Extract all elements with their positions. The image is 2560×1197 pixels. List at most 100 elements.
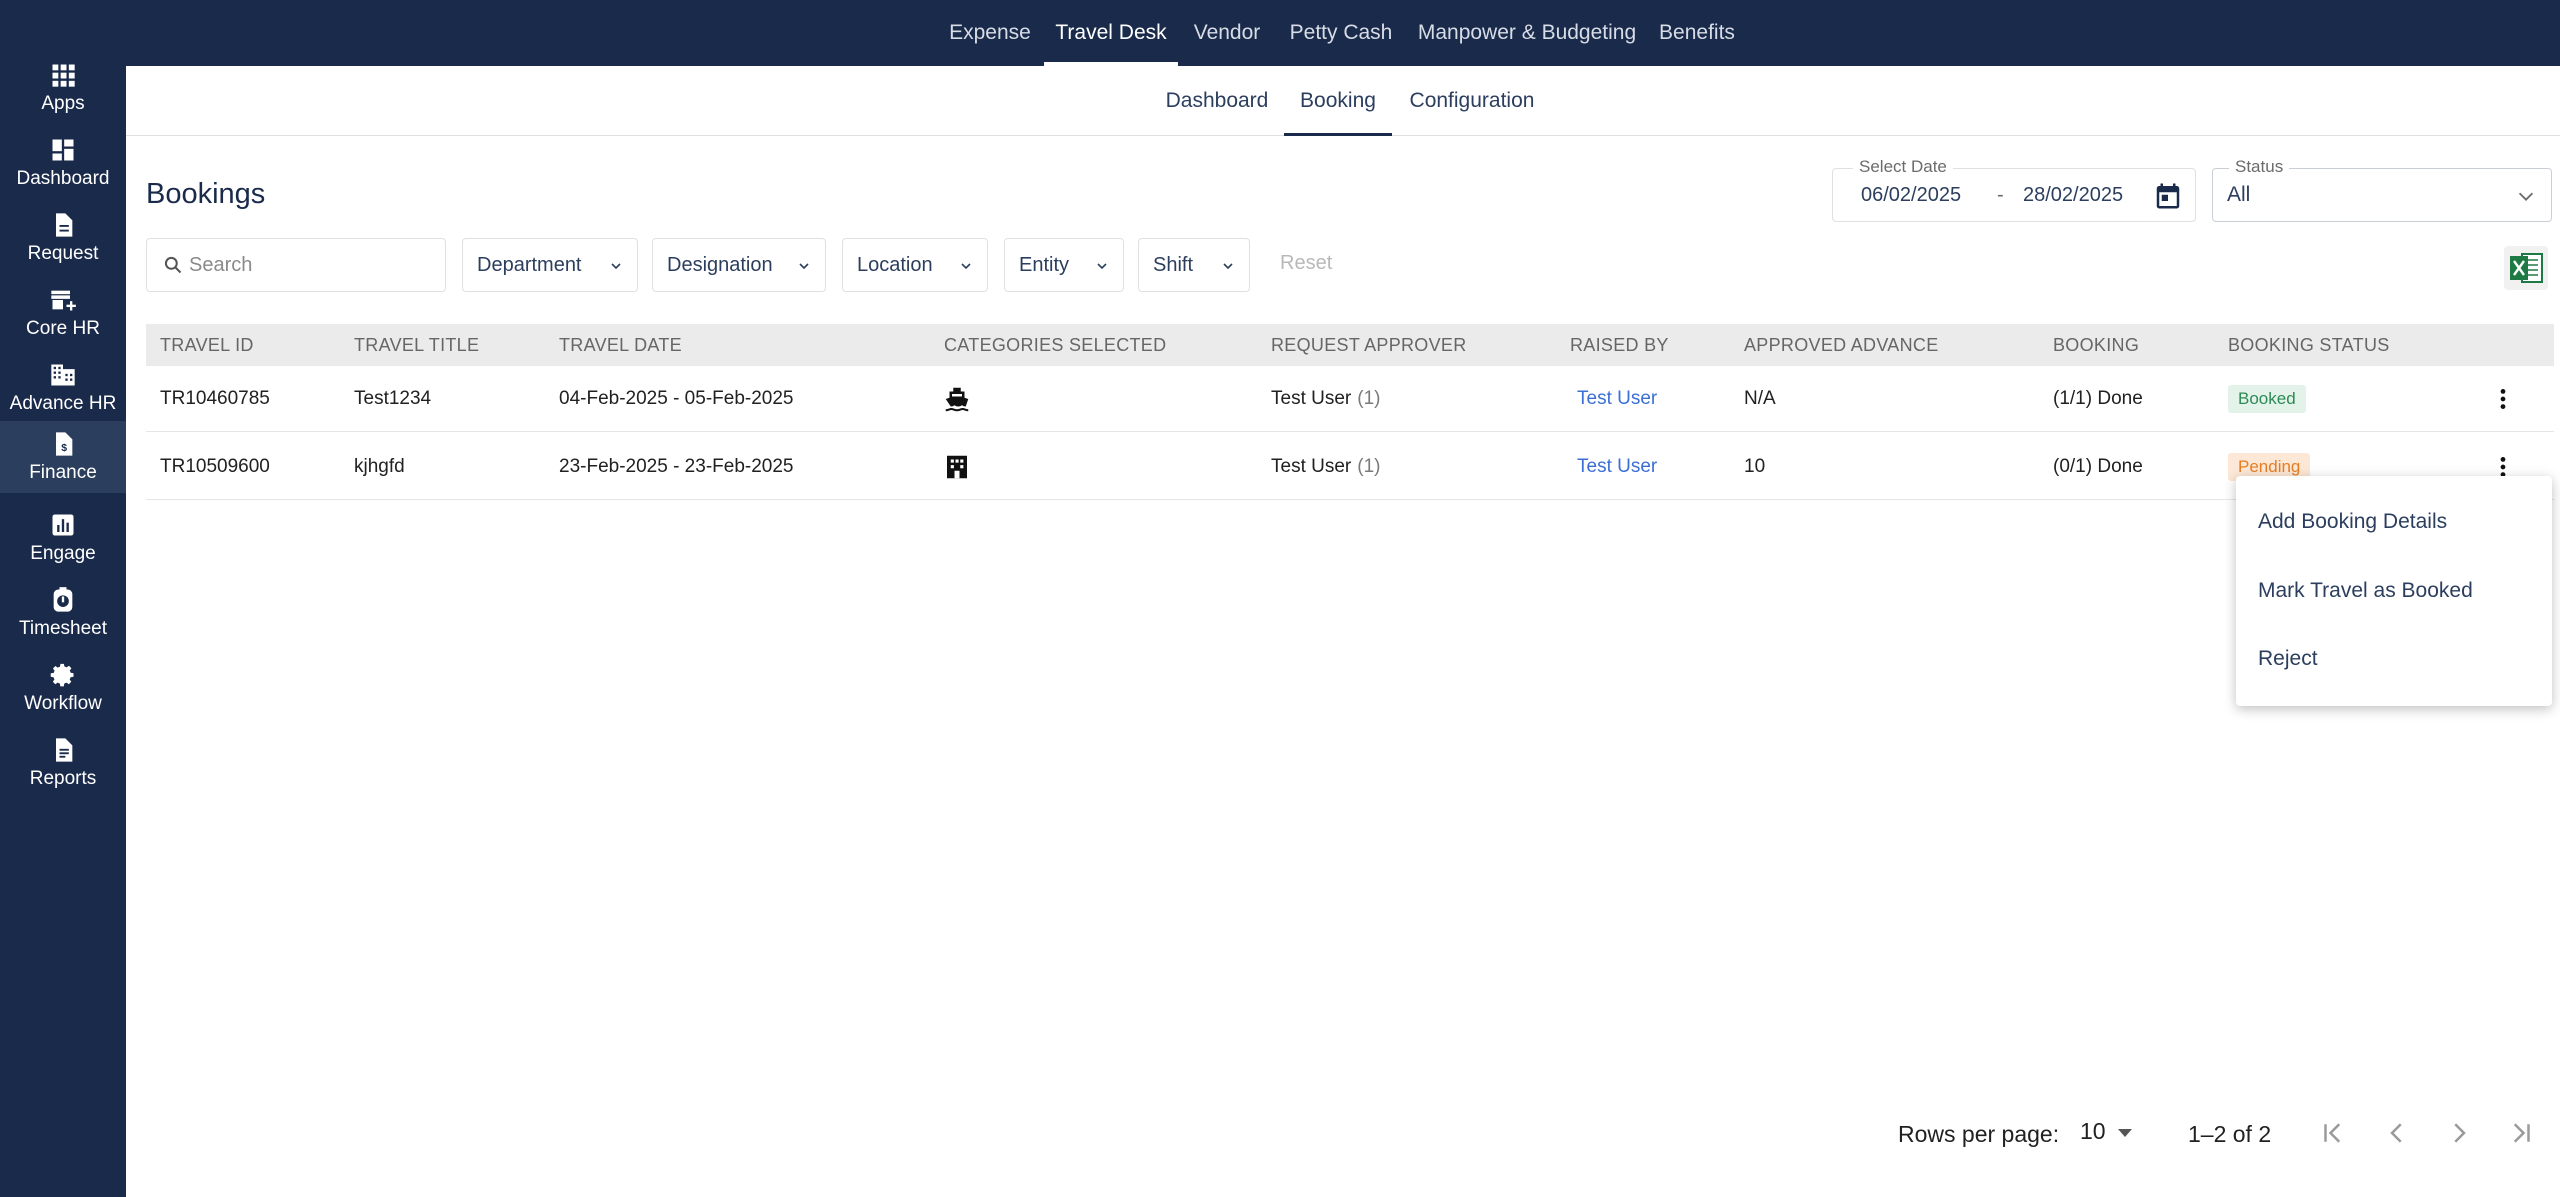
entity-filter-label: Entity	[1019, 253, 1070, 276]
sidebar-item-workflow[interactable]: Workflow	[0, 652, 126, 724]
tab-manpower-budgeting[interactable]: Manpower & Budgeting	[1414, 0, 1640, 66]
reset-button[interactable]: Reset	[1280, 252, 1332, 275]
sidebar-item-request[interactable]: Request	[0, 202, 126, 274]
approver-count: (1)	[1357, 456, 1381, 477]
menu-item-add-booking-details[interactable]: Add Booking Details	[2258, 510, 2447, 534]
calendar-icon[interactable]	[2153, 181, 2183, 211]
column-header[interactable]: TRAVEL DATE	[559, 324, 682, 366]
tab-dashboard[interactable]: Dashboard	[1162, 66, 1272, 136]
column-header[interactable]: CATEGORIES SELECTED	[944, 324, 1166, 366]
table-row[interactable]: TR10460785 Test1234 04-Feb-2025 - 05-Feb…	[146, 366, 2554, 432]
designation-filter[interactable]: Designation	[652, 238, 826, 292]
travel-title-cell: Test1234	[354, 388, 432, 409]
rows-per-page-value: 10	[2080, 1118, 2106, 1144]
tab-travel-desk[interactable]: Travel Desk	[1044, 0, 1178, 66]
date-separator: -	[1997, 184, 2004, 206]
bar-chart-icon	[52, 514, 74, 536]
sidebar-item-apps[interactable]: Apps	[0, 52, 126, 124]
status-badge: Booked	[2228, 385, 2306, 413]
menu-item-reject[interactable]: Reject	[2258, 647, 2318, 671]
search-input[interactable]	[189, 249, 429, 281]
rows-per-page-select[interactable]: 10	[2080, 1118, 2132, 1145]
first-page-icon[interactable]	[2318, 1118, 2348, 1148]
approved-advance-cell: 10	[1744, 456, 1766, 477]
column-header[interactable]: BOOKING	[2053, 324, 2139, 366]
table-header: TRAVEL ID TRAVEL TITLE TRAVEL DATE CATEG…	[146, 324, 2554, 366]
tab-booking[interactable]: Booking	[1284, 66, 1392, 136]
location-filter-label: Location	[857, 253, 933, 276]
booking-cell: (1/1) Done	[2053, 388, 2143, 409]
sidebar-item-label: Timesheet	[19, 618, 107, 639]
more-vertical-icon[interactable]	[2490, 386, 2516, 412]
sidebar-item-finance[interactable]: $ Finance	[0, 421, 126, 493]
approver-count: (1)	[1357, 388, 1381, 409]
tab-petty-cash[interactable]: Petty Cash	[1286, 0, 1396, 66]
finance-icon: $	[56, 432, 73, 456]
search-icon	[164, 256, 182, 274]
tab-vendor[interactable]: Vendor	[1186, 0, 1268, 66]
sidebar: Apps Dashboard Request Core HR Advance H…	[0, 0, 126, 1197]
excel-export-icon[interactable]	[2504, 246, 2548, 290]
next-page-icon[interactable]	[2444, 1118, 2474, 1148]
svg-text:$: $	[61, 442, 67, 454]
date-range-picker[interactable]: Select Date 06/02/2025 - 28/02/2025	[1832, 157, 2196, 222]
building-icon	[51, 364, 75, 386]
dashboard-icon	[52, 139, 74, 161]
top-navigation: Expense Travel Desk Vendor Petty Cash Ma…	[126, 0, 2560, 66]
date-to[interactable]: 28/02/2025	[2023, 184, 2123, 207]
status-value: All	[2227, 183, 2251, 206]
entity-filter[interactable]: Entity	[1004, 238, 1124, 292]
designation-filter-label: Designation	[667, 253, 773, 276]
approver-cell: Test User (1)	[1271, 366, 1380, 432]
shift-filter[interactable]: Shift	[1138, 238, 1250, 292]
booking-status-cell: Booked	[2228, 366, 2306, 432]
sidebar-item-reports[interactable]: Reports	[0, 727, 126, 799]
table-row[interactable]: TR10509600 kjhgfd 23-Feb-2025 - 23-Feb-2…	[146, 434, 2554, 500]
rows-per-page-label: Rows per page:	[1898, 1121, 2060, 1147]
previous-page-icon[interactable]	[2382, 1118, 2412, 1148]
sidebar-item-engage[interactable]: Engage	[0, 502, 126, 574]
sidebar-item-label: Advance HR	[9, 393, 117, 414]
chevron-down-icon	[961, 263, 971, 270]
date-range-label: Select Date	[1853, 157, 1953, 177]
column-header[interactable]: REQUEST APPROVER	[1271, 324, 1467, 366]
sidebar-item-core-hr[interactable]: Core HR	[0, 277, 126, 349]
travel-id-cell: TR10460785	[160, 388, 270, 409]
sidebar-item-label: Reports	[29, 768, 97, 789]
sidebar-item-dashboard[interactable]: Dashboard	[0, 127, 126, 199]
raised-by-link[interactable]: Test User	[1577, 366, 1657, 432]
row-action-menu: Add Booking Details Mark Travel as Booke…	[2236, 476, 2552, 706]
categories-cell	[942, 434, 972, 500]
sub-navigation: Dashboard Booking Configuration	[126, 66, 2560, 136]
sidebar-item-label: Finance	[29, 462, 97, 483]
travel-date-cell: 23-Feb-2025 - 23-Feb-2025	[559, 456, 794, 477]
column-header[interactable]: RAISED BY	[1570, 324, 1669, 366]
tab-configuration[interactable]: Configuration	[1404, 66, 1540, 136]
department-filter[interactable]: Department	[462, 238, 638, 292]
tab-benefits[interactable]: Benefits	[1656, 0, 1738, 66]
raised-by-link[interactable]: Test User	[1577, 434, 1657, 500]
column-header[interactable]: TRAVEL ID	[160, 324, 254, 366]
menu-item-mark-travel-booked[interactable]: Mark Travel as Booked	[2258, 579, 2473, 603]
column-header[interactable]: BOOKING STATUS	[2228, 324, 2390, 366]
column-header[interactable]: APPROVED ADVANCE	[1744, 324, 1939, 366]
chevron-down-icon	[799, 263, 809, 270]
chevron-down-icon	[2518, 192, 2534, 201]
date-from[interactable]: 06/02/2025	[1861, 184, 1961, 207]
travel-id-cell: TR10509600	[160, 456, 270, 477]
chevron-down-icon	[1223, 263, 1233, 270]
sidebar-item-timesheet[interactable]: Timesheet	[0, 577, 126, 649]
hotel-icon	[947, 455, 967, 479]
tab-expense[interactable]: Expense	[942, 0, 1038, 66]
sidebar-item-advance-hr[interactable]: Advance HR	[0, 352, 126, 424]
location-filter[interactable]: Location	[842, 238, 988, 292]
last-page-icon[interactable]	[2506, 1118, 2536, 1148]
gear-icon	[50, 663, 74, 687]
search-box	[146, 238, 446, 292]
approver-name: Test User	[1271, 388, 1352, 409]
department-filter-label: Department	[477, 253, 582, 276]
status-select[interactable]: Status All	[2212, 157, 2552, 222]
sidebar-item-label: Core HR	[26, 318, 100, 339]
column-header[interactable]: TRAVEL TITLE	[354, 324, 479, 366]
stopwatch-icon	[53, 587, 73, 612]
